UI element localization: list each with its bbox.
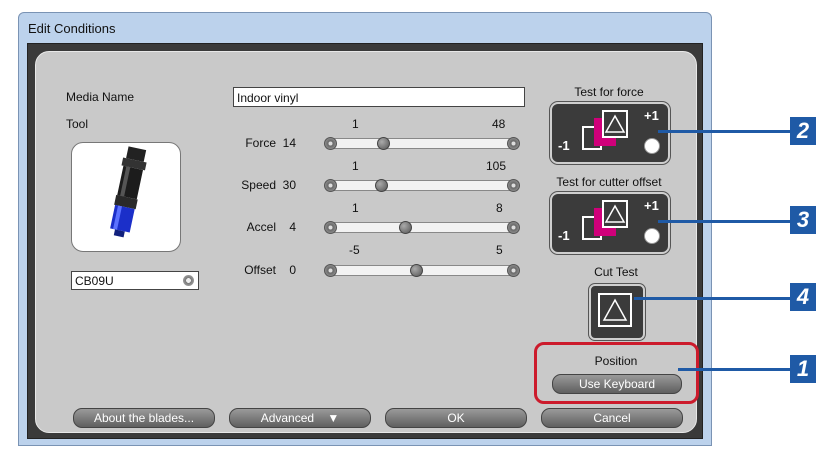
- media-name-label: Media Name: [66, 90, 135, 104]
- cancel-button[interactable]: Cancel: [541, 408, 683, 428]
- offset-increase-button[interactable]: [507, 264, 520, 277]
- triangle-icon: [602, 298, 628, 321]
- test-offset-plus: +1: [644, 198, 659, 213]
- tool-image: [71, 142, 181, 252]
- offset-min-label: -5: [349, 243, 360, 257]
- force-value: 14: [282, 136, 296, 150]
- force-max-label: 48: [492, 117, 506, 131]
- callout-marker: 1: [790, 355, 816, 383]
- triangle-icon: [604, 114, 626, 133]
- accel-increase-button[interactable]: [507, 221, 520, 234]
- callout-line: [658, 130, 792, 133]
- test-force-dot-icon: [644, 138, 660, 154]
- callout-marker: 3: [790, 206, 816, 234]
- cut-test-label: Cut Test: [594, 265, 638, 279]
- test-force-button[interactable]: -1 +1: [550, 102, 670, 164]
- chevron-down-icon: ▼: [327, 411, 340, 425]
- accel-slider-thumb[interactable]: [398, 221, 412, 234]
- force-min-label: 1: [352, 117, 359, 131]
- accel-value: 4: [289, 220, 296, 234]
- triangle-test-icon: [602, 110, 628, 138]
- test-offset-label: Test for cutter offset: [556, 175, 662, 189]
- window-title: Edit Conditions: [28, 21, 116, 36]
- dialog-frame: Media Name Indoor vinyl Tool CB09U 1 48 …: [27, 43, 703, 439]
- media-name-input[interactable]: Indoor vinyl: [233, 87, 525, 107]
- speed-label: Speed: [241, 178, 276, 192]
- speed-max-label: 105: [486, 159, 507, 173]
- force-decrease-button[interactable]: [324, 137, 337, 150]
- cut-test-square-icon: [598, 293, 632, 327]
- dropdown-icon: [183, 275, 194, 286]
- ok-button[interactable]: OK: [385, 408, 527, 428]
- test-force-minus: -1: [558, 138, 570, 153]
- tool-select[interactable]: CB09U: [71, 271, 199, 290]
- accel-slider[interactable]: [325, 222, 519, 233]
- speed-min-label: 1: [352, 159, 359, 173]
- use-keyboard-button[interactable]: Use Keyboard: [552, 374, 682, 394]
- accel-max-label: 8: [496, 201, 503, 215]
- force-slider[interactable]: [325, 138, 519, 149]
- dialog-panel: Media Name Indoor vinyl Tool CB09U 1 48 …: [35, 51, 699, 433]
- position-highlight: [534, 342, 699, 404]
- test-offset-dot-icon: [644, 228, 660, 244]
- triangle-icon: [604, 204, 626, 223]
- test-offset-minus: -1: [558, 228, 570, 243]
- offset-slider-thumb[interactable]: [410, 264, 423, 277]
- advanced-button[interactable]: Advanced ▼: [229, 408, 371, 428]
- speed-increase-button[interactable]: [507, 179, 520, 192]
- offset-value: 0: [289, 263, 296, 277]
- callout-line: [634, 297, 792, 300]
- title-bar: Edit Conditions: [19, 13, 711, 43]
- accel-min-label: 1: [352, 201, 359, 215]
- position-label: Position: [594, 354, 638, 368]
- tool-label: Tool: [66, 117, 89, 131]
- tool-select-value: CB09U: [75, 274, 114, 288]
- edit-conditions-window: Edit Conditions Media Name Indoor vinyl …: [18, 12, 712, 446]
- force-slider-thumb[interactable]: [376, 137, 390, 150]
- force-label: Force: [245, 136, 276, 150]
- callout-line: [658, 220, 792, 223]
- test-force-plus: +1: [644, 108, 659, 123]
- accel-decrease-button[interactable]: [324, 221, 337, 234]
- callout-marker: 2: [790, 117, 816, 145]
- offset-max-label: 5: [496, 243, 503, 257]
- triangle-test-icon: [602, 200, 628, 228]
- speed-decrease-button[interactable]: [324, 179, 337, 192]
- speed-slider[interactable]: [325, 180, 519, 191]
- about-blades-button[interactable]: About the blades...: [73, 408, 215, 428]
- speed-value: 30: [282, 178, 296, 192]
- test-offset-button[interactable]: -1 +1: [550, 192, 670, 254]
- callout-marker: 4: [790, 283, 816, 311]
- test-force-label: Test for force: [574, 85, 644, 99]
- offset-decrease-button[interactable]: [324, 264, 337, 277]
- advanced-label: Advanced: [260, 411, 315, 425]
- force-increase-button[interactable]: [507, 137, 520, 150]
- blade-holder-icon: [110, 146, 147, 238]
- cut-test-button[interactable]: [589, 284, 645, 340]
- callout-line: [678, 368, 792, 371]
- offset-label: Offset: [244, 263, 276, 277]
- accel-label: Accel: [246, 220, 276, 234]
